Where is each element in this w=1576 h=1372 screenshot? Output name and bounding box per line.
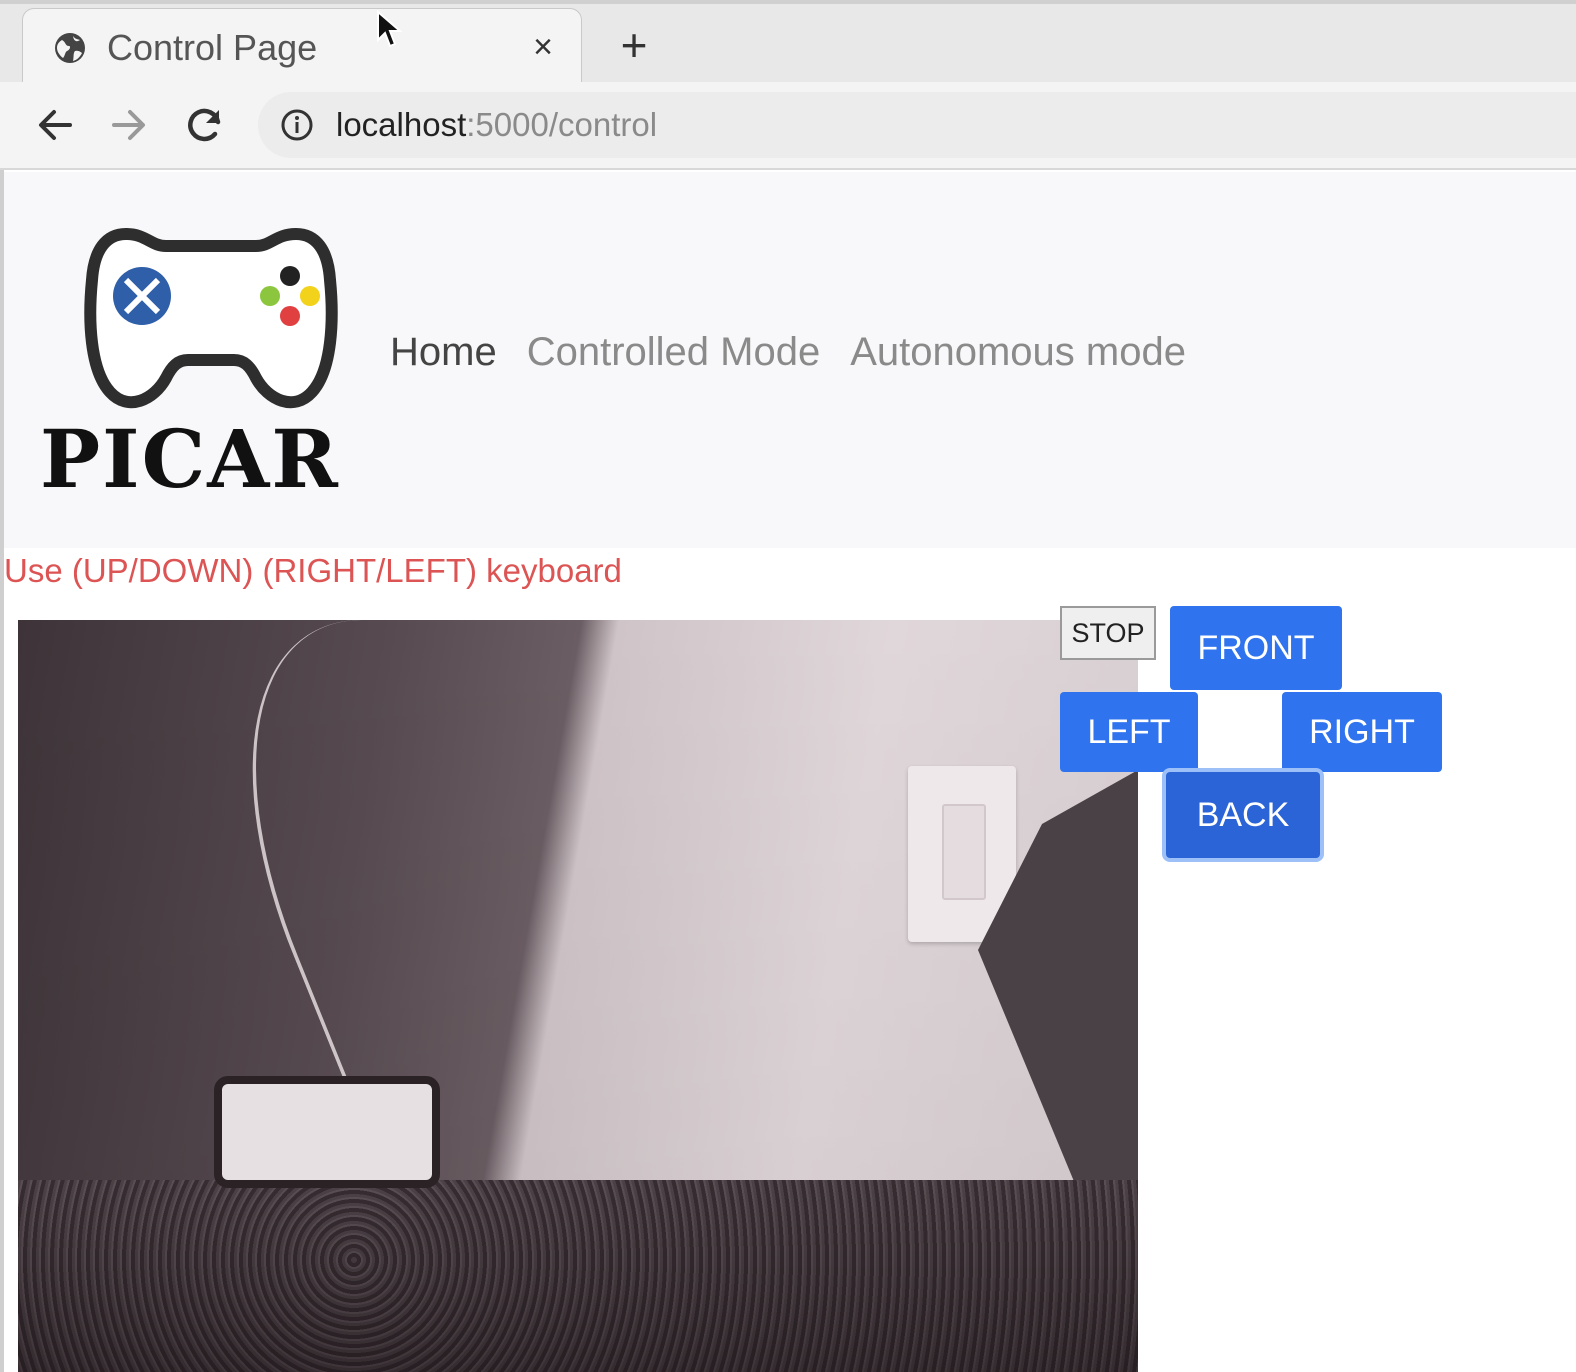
url-path: :5000/control <box>466 106 658 143</box>
close-icon[interactable]: × <box>523 27 563 67</box>
keyboard-hint: Use (UP/DOWN) (RIGHT/LEFT) keyboard <box>4 552 622 589</box>
globe-icon <box>55 33 85 63</box>
browser-toolbar: localhost:5000/control <box>0 82 1576 170</box>
stop-button[interactable]: STOP <box>1060 606 1156 660</box>
left-button[interactable]: LEFT <box>1060 692 1198 772</box>
camera-feed <box>18 620 1138 1372</box>
nav-autonomous-mode[interactable]: Autonomous mode <box>850 330 1186 375</box>
site-navbar: PICAR Home Controlled Mode Autonomous mo… <box>4 172 1576 548</box>
camera-device <box>214 1076 440 1188</box>
back-button[interactable]: BACK <box>1166 772 1320 858</box>
back-arrow-icon[interactable] <box>32 102 78 148</box>
logo-text: PICAR <box>40 412 340 506</box>
picar-logo[interactable]: PICAR <box>40 220 370 510</box>
right-button[interactable]: RIGHT <box>1282 692 1442 772</box>
reload-icon[interactable] <box>182 102 228 148</box>
url-host: localhost <box>336 106 467 143</box>
browser-tab[interactable]: Control Page × <box>22 8 582 86</box>
gamepad-logo-icon <box>84 228 338 409</box>
url-text: localhost:5000/control <box>336 106 657 144</box>
nav-controlled-mode[interactable]: Controlled Mode <box>527 330 821 375</box>
address-bar[interactable]: localhost:5000/control <box>258 92 1576 158</box>
tab-title: Control Page <box>107 27 318 68</box>
plus-icon[interactable]: + <box>612 22 656 68</box>
forward-arrow-icon[interactable] <box>106 102 152 148</box>
nav-home[interactable]: Home <box>390 330 497 375</box>
camera-countertop <box>18 1180 1138 1372</box>
nav-links: Home Controlled Mode Autonomous mode <box>390 330 1186 375</box>
front-button[interactable]: FRONT <box>1170 606 1342 690</box>
mouse-cursor-icon <box>377 10 402 48</box>
browser-tab-strip: Control Page × + <box>0 0 1576 86</box>
info-icon[interactable] <box>280 108 314 142</box>
